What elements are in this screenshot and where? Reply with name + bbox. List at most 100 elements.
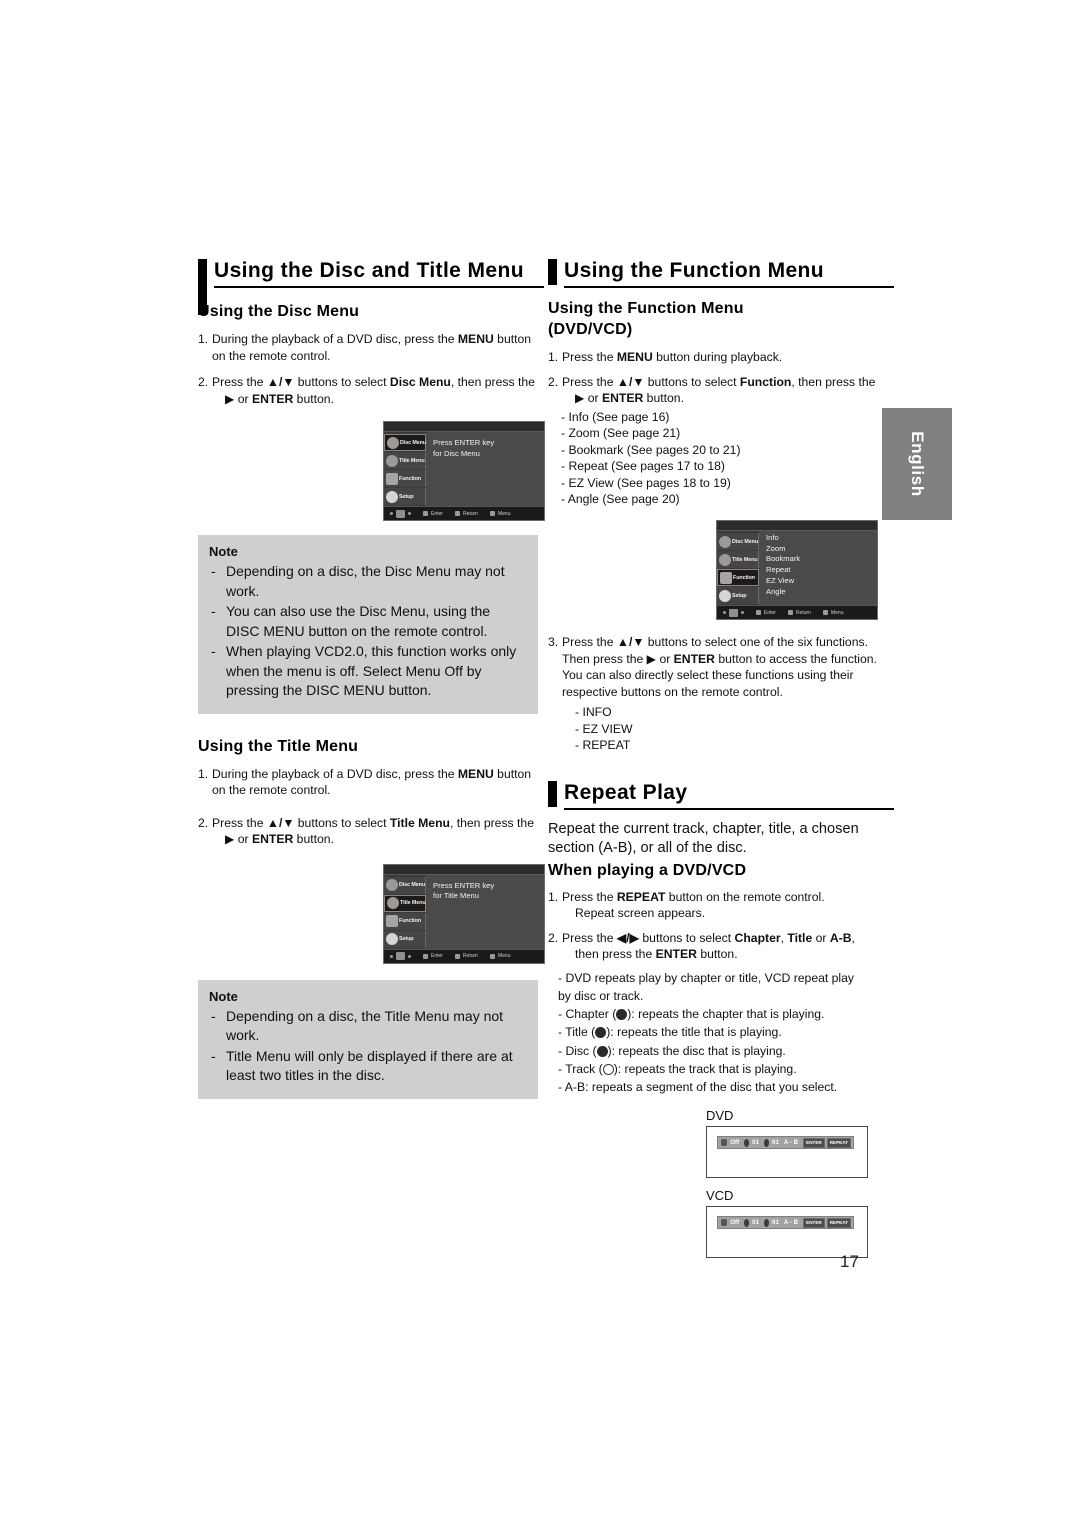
step-number: 3.	[548, 635, 559, 650]
enter-hint: Enter	[423, 511, 443, 517]
screen-menu-item-title-menu[interactable]: Title Menu	[384, 452, 426, 469]
dpad-hint	[390, 952, 411, 960]
screen-menu-item-function[interactable]: Function	[717, 569, 759, 587]
step-number: 2.	[198, 375, 209, 389]
disc-menu-step-1: 1. During the playback of a DVD disc, pr…	[198, 331, 538, 364]
title-post-text: ): repeats the title that is playing.	[606, 1025, 782, 1040]
osd-ab-label[interactable]: A - B	[784, 1139, 798, 1146]
section-title-function-menu: Using the Function Menu	[548, 258, 894, 288]
repeat-bullet-dvd-line1: - DVD repeats play by chapter or title, …	[558, 970, 855, 985]
function-list-item: - Angle (See page 20)	[561, 492, 680, 507]
subheading-line2: (DVD/VCD)	[548, 321, 633, 338]
screen-menu-item-label: Function	[399, 918, 421, 924]
osd-track-value[interactable]: 01	[752, 1219, 759, 1226]
subheading-using-title-menu: Using the Title Menu	[198, 737, 359, 755]
step-text-line2: Repeat screen appears.	[575, 906, 706, 921]
dpad-left-icon	[390, 954, 393, 958]
screen-top-bar	[384, 864, 544, 875]
subheading-line1: Using the Function Menu	[548, 300, 744, 317]
repeat-chapter-icon	[616, 1009, 628, 1021]
step-text: Press the ▲/▼ buttons to select Disc Men…	[212, 374, 538, 407]
menu-hint-label: Menu	[497, 953, 511, 959]
step-text-bold: Title Menu	[389, 815, 450, 830]
screen-option-item[interactable]: Bookmark	[766, 554, 877, 565]
screen-bottom-bar: Enter Return Menu	[717, 605, 877, 620]
function-list-item: - Repeat (See pages 17 to 18)	[561, 459, 725, 474]
screen-menu-item-disc-menu[interactable]: Disc Menu	[717, 533, 759, 551]
step-number: 2.	[198, 815, 209, 830]
osd-ab-label[interactable]: A - B	[784, 1219, 798, 1226]
screen-option-item[interactable]: Info	[766, 533, 877, 544]
return-hint-label: Return	[462, 953, 478, 959]
screen-bottom-bar: Enter Return Menu	[384, 948, 544, 963]
osd-repeat-key: REPEAT	[826, 1137, 851, 1148]
title-menu-icon	[387, 897, 399, 909]
gear-icon	[386, 490, 398, 503]
return-hint: Return	[454, 953, 478, 959]
screen-option-item[interactable]: Zoom	[766, 544, 877, 555]
screen-menu-item-label: Title Menu	[399, 457, 425, 464]
step-text-d: button.	[293, 391, 334, 406]
step-text-bold: MENU	[616, 350, 653, 364]
intro-line1: Repeat the current track, chapter, title…	[548, 820, 859, 837]
step-text-c: , then press the	[449, 815, 534, 830]
repeat-bullet-ab: - A-B: repeats a segment of the disc tha…	[558, 1080, 838, 1095]
osd-title-value[interactable]: 01	[772, 1139, 779, 1146]
screen-body: Disc Menu Title Menu Function Setup	[384, 874, 544, 949]
enter-hint: Enter	[423, 953, 443, 959]
updown-arrows-icon: ▲/▼	[616, 374, 645, 389]
screen-menu-item-setup[interactable]: Setup	[384, 488, 426, 505]
screen-menu-item-disc-menu[interactable]: Disc Menu	[384, 434, 426, 451]
screen-menu-item-label: Function	[399, 475, 421, 482]
gear-icon	[386, 933, 398, 945]
screen-option-item[interactable]: Repeat	[766, 565, 877, 576]
screen-menu-item-label: Function	[733, 574, 755, 581]
dpad-icon	[729, 608, 738, 617]
step-text-bold2: ENTER	[251, 391, 294, 406]
osd-off-label[interactable]: Off	[730, 1219, 739, 1226]
step-text-bold: Disc Menu	[389, 375, 451, 389]
step-text-b: buttons to select one of the six functio…	[644, 635, 868, 650]
screen-menu-item-title-menu[interactable]: Title Menu	[717, 551, 759, 569]
osd-chapter-value[interactable]: 01	[752, 1139, 759, 1146]
screen-message-line1: Press ENTER key	[433, 880, 495, 890]
updown-arrows-icon: ▲/▼	[266, 815, 295, 830]
function-menu-step-3: 3. Press the ▲/▼ buttons to select one o…	[548, 634, 880, 700]
osd-repeat-key: REPEAT	[826, 1217, 851, 1228]
step-text-a: Press the	[562, 930, 617, 945]
step-text-a: Press the	[562, 889, 617, 904]
repeat-track-icon	[744, 1218, 750, 1227]
remote-button-item: - EZ VIEW	[575, 721, 633, 736]
track-post-text: ): repeats the track that is playing.	[613, 1061, 797, 1076]
note-item: Depending on a disc, the Disc Menu may n…	[209, 562, 527, 601]
step-text-d: or	[812, 930, 830, 945]
screen-menu-item-setup[interactable]: Setup	[717, 587, 759, 605]
screen-option-item[interactable]: EZ View	[766, 576, 877, 587]
screen-menu-item-title-menu[interactable]: Title Menu	[384, 894, 426, 912]
enter-button-icon	[423, 953, 428, 959]
section-title-repeat-play: Repeat Play	[548, 780, 894, 810]
function-icon	[386, 915, 398, 927]
step-text-a: During the playback of a DVD disc, press…	[212, 766, 458, 781]
subheading-when-playing-dvd-vcd: When playing a DVD/VCD	[548, 861, 747, 879]
screen-menu-item-function[interactable]: Function	[384, 470, 426, 487]
leftright-arrows-icon: ◀/▶	[616, 930, 640, 945]
chapter-post-text: ): repeats the chapter that is playing.	[627, 1007, 825, 1022]
osd-off-label[interactable]: Off	[730, 1139, 739, 1146]
step-text-a: During the playback of a DVD disc, press…	[212, 332, 458, 346]
screen-menu-item-setup[interactable]: Setup	[384, 930, 426, 948]
screen-menu-item-label: Title Menu	[732, 556, 758, 563]
note-list: Depending on a disc, the Title Menu may …	[209, 1007, 527, 1086]
screen-menu-item-disc-menu[interactable]: Disc Menu	[384, 876, 426, 894]
function-list-item: - Bookmark (See pages 20 to 21)	[561, 442, 741, 457]
menu-hint: Menu	[822, 610, 843, 616]
screen-option-item[interactable]: Angle	[766, 587, 877, 598]
screen-top-bar	[717, 521, 877, 532]
screen-menu-item-label: Disc Menu	[400, 439, 427, 446]
title-menu-icon	[719, 553, 731, 566]
osd-disc-value[interactable]: 01	[772, 1219, 779, 1226]
gear-icon	[719, 589, 731, 602]
screen-menu-item-function[interactable]: Function	[384, 912, 426, 930]
repeat-bullet-disc: - Disc (): repeats the disc that is play…	[558, 1042, 880, 1060]
function-list-item: - EZ View (See pages 18 to 19)	[561, 475, 731, 490]
